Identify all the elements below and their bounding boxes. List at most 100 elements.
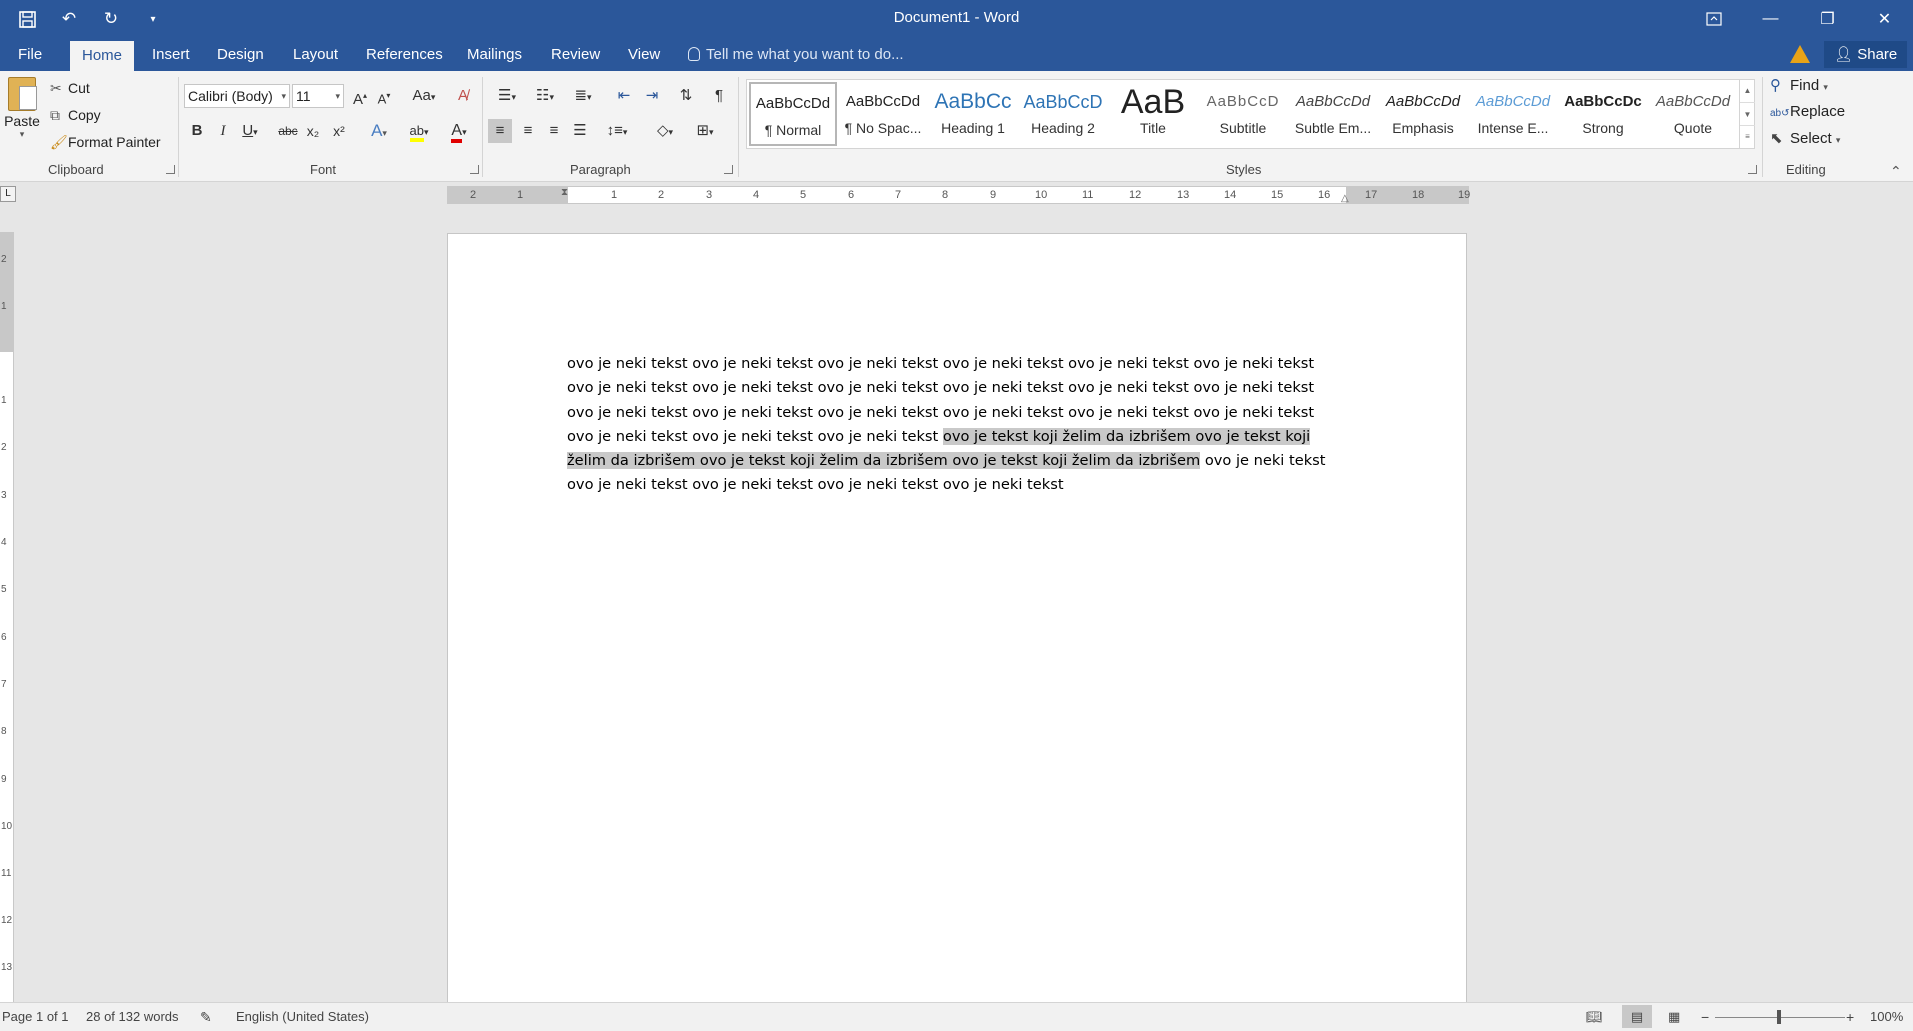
tell-me-box[interactable]: Tell me what you want to do... [688, 38, 904, 71]
language-indicator[interactable]: English (United States) [236, 1009, 369, 1024]
paragraph-launcher-icon[interactable] [724, 165, 733, 174]
show-formatting-icon[interactable]: ¶ [708, 84, 730, 108]
tab-layout[interactable]: Layout [281, 38, 350, 71]
strikethrough-button[interactable]: abc [276, 119, 300, 143]
style-no-spacing[interactable]: AaBbCcDd ¶ No Spac... [839, 82, 927, 146]
borders-icon[interactable]: ⊞▾ [688, 119, 722, 143]
web-layout-icon[interactable]: ▦ [1668, 1009, 1680, 1025]
underline-button[interactable]: U▾ [238, 119, 262, 143]
style-subtle-emphasis[interactable]: AaBbCcDd Subtle Em... [1289, 82, 1377, 146]
shrink-font-icon[interactable]: A▾ [374, 84, 394, 108]
tab-mailings[interactable]: Mailings [455, 38, 534, 71]
align-right-icon[interactable]: ≡ [542, 119, 566, 143]
styles-more-icon[interactable]: ≡ [1740, 125, 1755, 147]
multilevel-list-icon[interactable]: ≣▾ [566, 84, 600, 108]
zoom-out-icon[interactable]: − [1701, 1009, 1709, 1025]
line-spacing-icon[interactable]: ↕≡▾ [600, 119, 634, 143]
format-painter-button[interactable]: 🖌︎Format Painter [50, 131, 161, 153]
minimize-icon[interactable]: — [1742, 0, 1799, 38]
print-layout-icon[interactable]: ▤ [1622, 1005, 1652, 1028]
change-case-button[interactable]: Aa▾ [408, 84, 440, 108]
share-button[interactable]: 👤︎ Share [1824, 41, 1908, 68]
grow-font-icon[interactable]: A▴ [350, 84, 370, 108]
styles-scrollbar[interactable]: ▲ ▼ ≡ [1739, 79, 1755, 149]
superscript-button[interactable]: x² [328, 119, 350, 143]
window-controls: — ❐ ✕ [1685, 0, 1913, 38]
ruler-tick: 10 [1035, 189, 1048, 201]
numbering-icon[interactable]: ☷▾ [528, 84, 562, 108]
sort-icon[interactable]: ⇅ [674, 84, 698, 108]
align-left-icon[interactable]: ≡ [488, 119, 512, 143]
tab-references[interactable]: References [354, 38, 455, 71]
style-emphasis[interactable]: AaBbCcDd Emphasis [1379, 82, 1467, 146]
vertical-ruler[interactable]: 2 1 1 2 3 4 5 6 7 8 9 10 11 12 13 [0, 232, 14, 1002]
warning-icon[interactable] [1790, 45, 1810, 63]
bold-button[interactable]: B [188, 119, 206, 143]
clear-formatting-icon[interactable]: A̸ [452, 84, 474, 108]
tab-home[interactable]: Home [70, 41, 135, 71]
paste-label: Paste [4, 113, 40, 129]
style-subtitle[interactable]: AaBbCcD Subtitle [1199, 82, 1287, 146]
right-indent-marker-icon[interactable]: △ [1341, 193, 1349, 204]
style-intense-emphasis[interactable]: AaBbCcDd Intense E... [1469, 82, 1557, 146]
tab-review[interactable]: Review [539, 38, 612, 71]
restore-icon[interactable]: ❐ [1799, 0, 1856, 38]
styles-launcher-icon[interactable] [1748, 165, 1757, 174]
style-quote[interactable]: AaBbCcDd Quote [1649, 82, 1737, 146]
increase-indent-icon[interactable]: ⇥ [640, 84, 664, 108]
ribbon-display-options-icon[interactable] [1685, 0, 1742, 38]
tab-insert[interactable]: Insert [140, 38, 202, 71]
font-launcher-icon[interactable] [470, 165, 479, 174]
font-color-button[interactable]: A▾ [442, 119, 476, 143]
collapse-ribbon-icon[interactable]: ⌃ [1890, 163, 1902, 180]
find-button[interactable]: ⚲ Find ▾ [1770, 75, 1828, 97]
proofing-icon[interactable]: ✎ [200, 1009, 212, 1026]
zoom-in-icon[interactable]: + [1846, 1009, 1854, 1025]
subscript-button[interactable]: x₂ [302, 119, 324, 143]
ruler-tick: 4 [1, 537, 7, 548]
select-button[interactable]: ⬉ Select ▾ [1770, 128, 1840, 150]
tab-design[interactable]: Design [205, 38, 276, 71]
replace-label: Replace [1790, 103, 1846, 120]
style-heading-1[interactable]: AaBbCc Heading 1 [929, 82, 1017, 146]
italic-button[interactable]: I [214, 119, 232, 143]
page-count[interactable]: Page 1 of 1 [2, 1009, 69, 1024]
document-body[interactable]: ovo je neki tekst ovo je neki tekst ovo … [567, 352, 1334, 498]
style-heading-2[interactable]: AaBbCcD Heading 2 [1019, 82, 1107, 146]
chevron-down-icon[interactable]: ▼ [1740, 102, 1755, 125]
chevron-up-icon[interactable]: ▲ [1740, 79, 1755, 102]
font-name-combo[interactable]: Calibri (Body) ▾ [184, 84, 290, 108]
zoom-slider-thumb[interactable] [1777, 1010, 1781, 1024]
style-strong[interactable]: AaBbCcDc Strong [1559, 82, 1647, 146]
text-effects-button[interactable]: A▾ [364, 119, 394, 143]
scissors-icon: ✂ [50, 80, 62, 96]
tab-selector-icon[interactable]: L [0, 186, 16, 202]
tab-view[interactable]: View [616, 38, 672, 71]
copy-button[interactable]: ⧉ Copy [50, 104, 101, 126]
shading-icon[interactable]: ◇▾ [648, 119, 682, 143]
copy-icon: ⧉ [50, 107, 60, 123]
replace-button[interactable]: ab↺Replace [1770, 101, 1845, 123]
ruler-tick: 2 [1, 442, 7, 453]
ruler-margin-left [448, 187, 568, 203]
horizontal-ruler[interactable]: 2 1 1 2 3 4 5 6 7 8 9 10 11 12 13 14 15 … [447, 186, 1470, 204]
align-center-icon[interactable]: ≡ [516, 119, 540, 143]
tab-file[interactable]: File [6, 38, 54, 71]
paste-button[interactable]: Paste ▾ [4, 77, 40, 140]
zoom-level[interactable]: 100% [1870, 1009, 1903, 1024]
read-mode-icon[interactable]: 📖︎ [1586, 1009, 1603, 1025]
document-page[interactable] [447, 233, 1467, 1003]
font-size-combo[interactable]: 11 ▾ [292, 84, 344, 108]
decrease-indent-icon[interactable]: ⇤ [612, 84, 636, 108]
ruler-tick: 1 [1, 301, 7, 312]
style-title[interactable]: AaB Title [1109, 82, 1197, 146]
justify-icon[interactable]: ☰ [568, 119, 592, 143]
highlight-button[interactable]: ab▾ [402, 119, 436, 143]
cut-button[interactable]: ✂ Cut [50, 77, 90, 99]
style-normal[interactable]: AaBbCcDd ¶ Normal [749, 82, 837, 146]
clipboard-launcher-icon[interactable] [166, 165, 175, 174]
bullets-icon[interactable]: ☰▾ [490, 84, 524, 108]
indent-marker-icon[interactable]: ⧗ [561, 187, 568, 198]
word-count[interactable]: 28 of 132 words [86, 1009, 179, 1024]
close-icon[interactable]: ✕ [1856, 0, 1913, 38]
